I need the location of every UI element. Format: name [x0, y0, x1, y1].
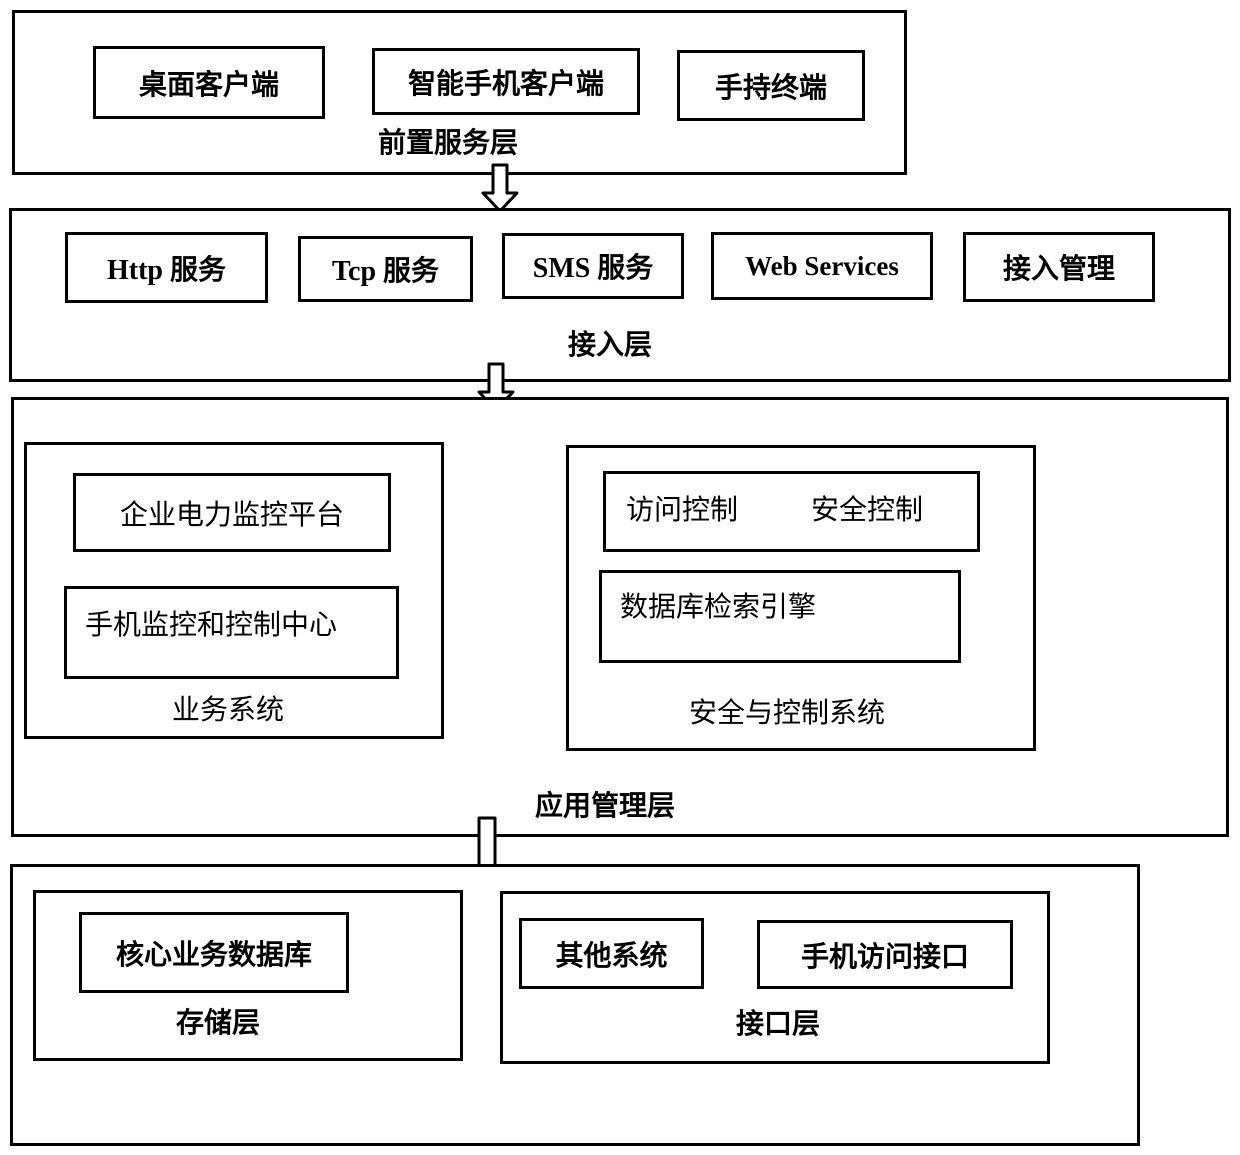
security-control-system: 访问控制 安全控制 数据库检索引擎 安全与控制系统 [566, 445, 1036, 751]
other-systems-box: 其他系统 [519, 918, 704, 989]
smartphone-client-label: 智能手机客户端 [407, 66, 604, 100]
http-service-label: Http 服务 [106, 254, 226, 286]
access-management-label: 接入管理 [1002, 252, 1115, 285]
business-system: 企业电力监控平台 手机监控和控制中心 业务系统 [24, 442, 444, 739]
access-control-label: 访问控制 [626, 493, 739, 526]
access-layer: Http 服务 Tcp 服务 SMS 服务 Web Services 接入管理 … [9, 208, 1231, 382]
storage-layer: 核心业务数据库 存储层 [33, 890, 463, 1061]
sms-service-box: SMS 服务 [502, 233, 684, 299]
mobile-control-center-label: 手机监控和控制中心 [85, 608, 338, 641]
interface-layer: 其他系统 手机访问接口 接口层 [500, 891, 1050, 1064]
core-business-db-label: 核心业务数据库 [115, 937, 312, 971]
sms-service-label: SMS 服务 [532, 253, 654, 284]
smartphone-client-box: 智能手机客户端 [372, 48, 640, 115]
other-systems-label: 其他系统 [555, 938, 668, 972]
tcp-service-label: Tcp 服务 [331, 256, 440, 287]
power-monitoring-platform-label: 企业电力监控平台 [119, 497, 344, 531]
db-search-engine-label: 数据库检索引擎 [620, 590, 817, 623]
tcp-service-box: Tcp 服务 [298, 236, 473, 302]
web-services-label: Web Services [745, 250, 899, 281]
mobile-access-interface-box: 手机访问接口 [757, 920, 1013, 989]
app-layer-title: 应用管理层 [535, 789, 676, 822]
power-monitoring-platform-box: 企业电力监控平台 [73, 473, 391, 552]
interface-layer-title: 接口层 [736, 1007, 821, 1040]
security-system-title: 安全与控制系统 [689, 696, 886, 729]
business-system-title: 业务系统 [172, 693, 285, 726]
app-management-layer: 企业电力监控平台 手机监控和控制中心 业务系统 访问控制 安全控制 数据库检索引… [11, 397, 1229, 837]
core-business-db-box: 核心业务数据库 [79, 912, 349, 993]
desktop-client-label: 桌面客户端 [138, 67, 279, 101]
security-control-label: 安全控制 [811, 493, 924, 526]
front-layer-title: 前置服务层 [378, 126, 519, 159]
front-service-layer: 桌面客户端 智能手机客户端 手持终端 前置服务层 [12, 10, 907, 175]
down-arrow-icon [481, 163, 519, 213]
handheld-terminal-box: 手持终端 [677, 50, 865, 121]
access-layer-title: 接入层 [568, 328, 653, 361]
access-security-control-box: 访问控制 安全控制 [603, 471, 980, 552]
mobile-access-interface-label: 手机访问接口 [800, 939, 969, 973]
web-services-box: Web Services [711, 232, 933, 300]
http-service-box: Http 服务 [65, 232, 268, 303]
storage-layer-title: 存储层 [176, 1006, 261, 1039]
bottom-layer: 核心业务数据库 存储层 其他系统 手机访问接口 接口层 [10, 864, 1140, 1146]
access-management-box: 接入管理 [963, 232, 1155, 302]
mobile-control-center-box: 手机监控和控制中心 [64, 586, 399, 679]
db-search-engine-box: 数据库检索引擎 [599, 570, 961, 663]
desktop-client-box: 桌面客户端 [93, 46, 325, 119]
handheld-terminal-label: 手持终端 [714, 70, 827, 104]
